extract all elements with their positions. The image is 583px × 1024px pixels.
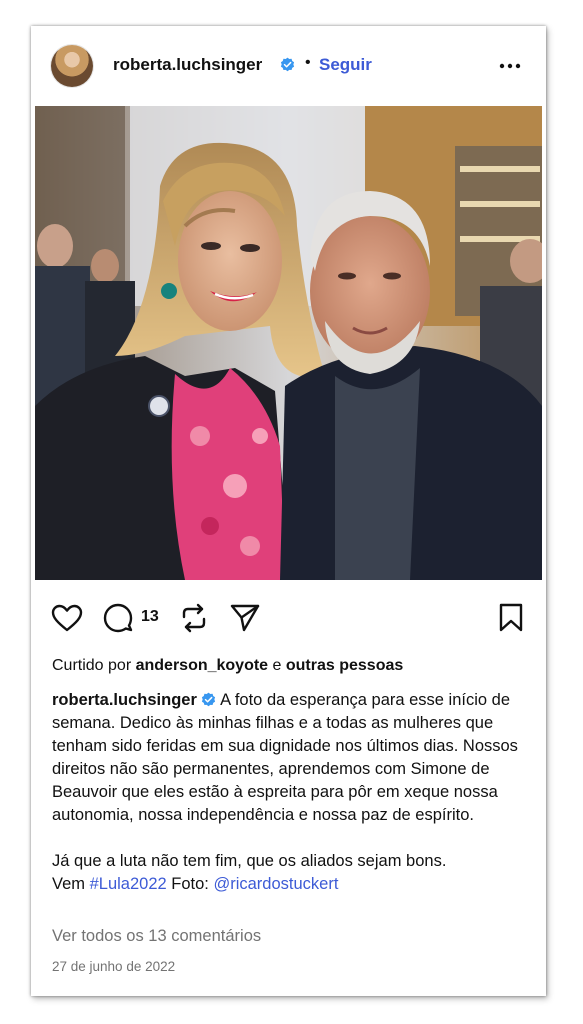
likes-line: Curtido por anderson_koyote e outras pes…	[52, 657, 403, 675]
caption-username[interactable]: roberta.luchsinger	[52, 691, 197, 709]
photo-credit-label: Foto:	[166, 875, 214, 893]
post-header: roberta.luchsinger • Seguir	[31, 26, 546, 106]
verified-badge-icon	[202, 692, 216, 707]
verified-badge-icon	[280, 57, 295, 72]
post-date: 27 de junho de 2022	[52, 959, 176, 974]
caption-text-main: A foto da esperança para esse início de …	[52, 691, 518, 824]
repost-icon[interactable]	[179, 603, 209, 633]
likes-conjunction: e	[268, 657, 286, 674]
comment-count: 13	[141, 608, 159, 625]
avatar[interactable]	[51, 45, 93, 87]
view-all-comments-link[interactable]: Ver todos os 13 comentários	[52, 927, 261, 946]
heart-icon[interactable]	[51, 604, 83, 632]
share-icon[interactable]	[229, 603, 261, 633]
caption-text-second: Já que a luta não tem fim, que os aliado…	[52, 852, 447, 870]
liked-by-others[interactable]: outras pessoas	[286, 657, 403, 674]
follow-button[interactable]: Seguir	[319, 55, 372, 75]
instagram-post-card: roberta.luchsinger • Seguir 13 Curtido p…	[31, 26, 546, 996]
liked-by-user[interactable]: anderson_koyote	[136, 657, 268, 674]
hashtag-link[interactable]: #Lula2022	[90, 875, 167, 893]
more-options-icon[interactable]	[497, 58, 523, 74]
action-bar: 13	[31, 598, 546, 638]
bookmark-icon[interactable]	[498, 603, 524, 633]
photo-illustration	[35, 106, 542, 580]
separator-dot: •	[305, 54, 311, 71]
caption-text-vem: Vem	[52, 875, 90, 893]
post-username[interactable]: roberta.luchsinger	[113, 55, 262, 75]
mention-link[interactable]: @ricardostuckert	[213, 875, 338, 893]
likes-prefix: Curtido por	[52, 657, 136, 674]
post-caption: roberta.luchsinger A foto da esperança p…	[52, 689, 532, 896]
post-photo[interactable]	[35, 106, 542, 580]
comment-icon[interactable]	[103, 603, 133, 633]
